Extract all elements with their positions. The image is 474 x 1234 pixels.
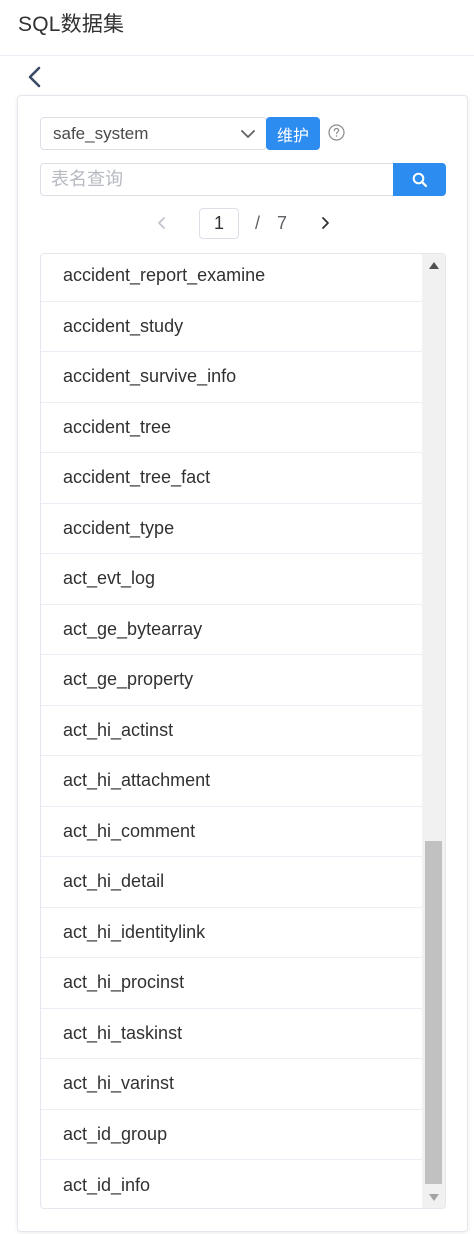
- scrollbar[interactable]: [422, 254, 445, 1208]
- table-row[interactable]: act_evt_log: [41, 554, 423, 605]
- prev-page-button[interactable]: [151, 209, 173, 237]
- datasource-select[interactable]: safe_system: [40, 117, 267, 150]
- chevron-left-icon: [28, 66, 41, 88]
- table-row[interactable]: act_ge_property: [41, 655, 423, 706]
- scroll-down-arrow[interactable]: [422, 1190, 445, 1204]
- chevron-down-icon: [241, 130, 255, 138]
- scrollbar-thumb[interactable]: [425, 841, 442, 1184]
- pager-total: 7: [277, 213, 288, 233]
- back-button[interactable]: [22, 64, 48, 90]
- table-row[interactable]: accident_study: [41, 302, 423, 352]
- table-row[interactable]: act_hi_comment: [41, 807, 423, 857]
- question-circle-icon[interactable]: [328, 124, 345, 141]
- table-row[interactable]: act_hi_detail: [41, 857, 423, 908]
- page-number-input[interactable]: [199, 208, 239, 239]
- table-row[interactable]: accident_type: [41, 504, 423, 554]
- search-button[interactable]: [393, 163, 446, 196]
- table-row[interactable]: act_ge_bytearray: [41, 605, 423, 655]
- maintain-button[interactable]: 维护: [266, 117, 320, 150]
- search-icon: [412, 172, 427, 187]
- table-row[interactable]: accident_report_examine: [41, 254, 423, 302]
- table-row[interactable]: act_hi_taskinst: [41, 1009, 423, 1059]
- page-title: SQL数据集: [18, 13, 125, 36]
- datasource-select-value: safe_system: [53, 124, 149, 143]
- table-rows: accident_report_examine accident_study acc…: [41, 254, 423, 1208]
- table-row[interactable]: act_hi_actinst: [41, 706, 423, 756]
- table-list: accident_report_examine accident_study acc…: [40, 253, 446, 1209]
- chevron-left-icon: [158, 217, 165, 229]
- table-row[interactable]: accident_survive_info: [41, 352, 423, 403]
- scroll-up-arrow[interactable]: [422, 258, 445, 272]
- table-row[interactable]: act_id_info: [41, 1160, 423, 1208]
- table-row[interactable]: accident_tree_fact: [41, 453, 423, 504]
- table-row[interactable]: act_hi_attachment: [41, 756, 423, 807]
- table-search-input[interactable]: [40, 163, 393, 196]
- dataset-panel: safe_system 维护 / 7 accident_report_exami…: [17, 95, 468, 1232]
- triangle-down-icon: [428, 1193, 439, 1201]
- table-row[interactable]: act_hi_identitylink: [41, 908, 423, 958]
- triangle-up-icon: [428, 261, 439, 269]
- table-row[interactable]: accident_tree: [41, 403, 423, 453]
- pager-separator: /: [255, 213, 261, 233]
- table-row[interactable]: act_id_group: [41, 1110, 423, 1160]
- table-row[interactable]: act_hi_procinst: [41, 958, 423, 1009]
- chevron-right-icon: [322, 217, 329, 229]
- next-page-button[interactable]: [314, 209, 336, 237]
- table-row[interactable]: act_hi_varinst: [41, 1059, 423, 1110]
- page-header: SQL数据集: [0, 0, 474, 56]
